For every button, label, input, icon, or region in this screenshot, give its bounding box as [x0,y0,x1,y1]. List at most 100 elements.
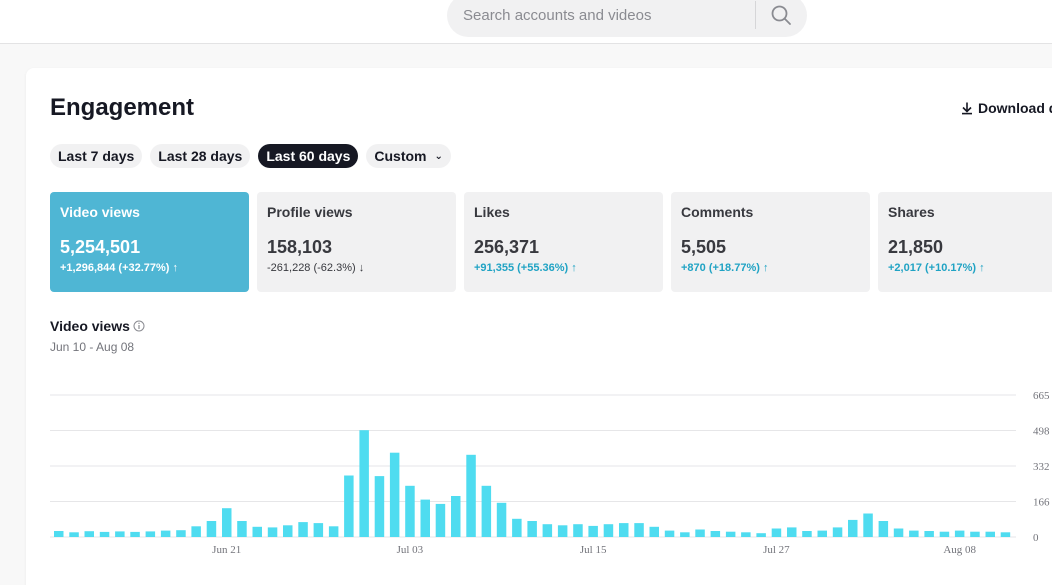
chart-bar[interactable] [787,527,797,537]
metric-label: Profile views [267,204,353,220]
download-button[interactable]: Download d [960,100,1052,116]
metric-change: +2,017 (+10.17%) ↑ [888,262,985,274]
metric-value: 21,850 [888,237,944,257]
video-views-bar-chart: 665 498 332 166 0 Jun 21 Jul 03 Jul 15 Jul 27 Aug… [50,390,1050,556]
chart-bar[interactable] [878,521,889,537]
chart-bar[interactable] [725,531,736,537]
search-input[interactable] [463,2,753,28]
chart-bar[interactable] [909,530,919,537]
range-last-28-days[interactable]: Last 28 days [150,144,251,168]
chart-bar[interactable] [664,530,675,537]
chart-bar[interactable] [84,531,95,537]
chart-bar[interactable] [695,529,705,538]
chart-bar[interactable] [848,519,858,537]
x-tick-label: Jul 03 [397,544,424,556]
chart-bar[interactable] [160,530,171,537]
x-tick-label: Jul 15 [580,544,607,556]
chart-bar[interactable] [54,531,64,537]
chart-bar[interactable] [145,531,156,537]
metric-change: -261,228 (-62.3%) ↓ [267,262,365,274]
metric-change: +870 (+18.77%) ↑ [681,262,769,274]
chart-bar[interactable] [680,532,690,537]
chart-bar[interactable] [573,524,583,537]
download-label: Download d [978,100,1052,116]
search-button[interactable] [763,0,799,32]
date-range-selector: Last 7 days Last 28 days Last 60 days Cu… [50,144,451,168]
chart-bar[interactable] [741,532,751,537]
range-last-7-days[interactable]: Last 7 days [50,144,143,168]
metric-card-video-views[interactable]: Video views 5,254,501 +1,296,844 (+32.77… [50,192,249,292]
chart-bar[interactable] [634,523,644,537]
chart-bar[interactable] [649,526,660,537]
x-tick-label: Jul 27 [763,544,790,556]
x-tick-label: Jun 21 [212,544,241,556]
chart-bar[interactable] [802,531,812,537]
chart-bar[interactable] [496,502,507,537]
chart-bar[interactable] [954,530,965,537]
chart-bar[interactable] [374,476,385,537]
chart-bar[interactable] [466,454,476,537]
chart-bar[interactable] [298,522,308,537]
range-custom-dropdown[interactable]: Custom ⌄ [366,144,451,168]
chart-bar[interactable] [69,532,79,537]
chart-bar[interactable] [206,521,217,537]
chart-bar[interactable] [557,525,568,537]
chart-bar[interactable] [389,452,400,537]
chart-bar[interactable] [817,530,828,537]
page-title: Engagement [50,94,195,121]
metric-card-shares[interactable]: Shares 21,850 +2,017 (+10.17%) ↑ [878,192,1052,292]
chart-bar[interactable] [99,531,110,537]
chart-bar[interactable] [222,508,232,537]
chart-bar[interactable] [603,524,614,537]
metric-card-comments[interactable]: Comments 5,505 +870 (+18.77%) ↑ [671,192,870,292]
metric-card-likes[interactable]: Likes 256,371 +91,355 (+55.36%) ↑ [464,192,663,292]
chart-bar[interactable] [435,503,446,537]
chart-bar[interactable] [252,526,263,537]
search-bar [447,0,807,37]
metric-value: 158,103 [267,237,333,257]
chart-title-text: Video views [50,318,130,334]
chart-bar[interactable] [542,524,553,537]
chart-bar[interactable] [1000,532,1011,537]
chart-bar[interactable] [756,533,766,537]
chart-bar[interactable] [191,526,201,537]
y-tick-label: 0 [1033,532,1039,544]
chart-bar[interactable] [985,531,996,537]
chart-bar[interactable] [451,496,461,537]
chart-bar[interactable] [863,513,873,538]
y-tick-label: 166 [1033,497,1050,509]
chart-bar[interactable] [359,430,369,537]
chart-bar[interactable] [832,527,843,537]
chart-bar[interactable] [771,528,782,538]
chart-title: Video views [50,318,145,334]
chart-bar[interactable] [527,521,537,537]
chart-bar[interactable] [130,531,140,537]
metric-label: Comments [681,204,754,220]
range-label: Last 7 days [58,148,135,164]
chart-bar[interactable] [939,531,950,537]
chart-bar[interactable] [313,523,324,537]
metric-value: 256,371 [474,237,540,257]
chart-bar[interactable] [115,531,125,537]
chart-bar[interactable] [481,485,492,537]
metric-change: +1,296,844 (+32.77%) ↑ [60,262,179,274]
chart-bar[interactable] [237,521,247,537]
chart-bar[interactable] [344,475,354,538]
chart-bar[interactable] [512,518,522,537]
metric-card-profile-views[interactable]: Profile views 158,103 -261,228 (-62.3%) … [257,192,456,292]
chart-bar[interactable] [176,530,186,537]
chart-bar[interactable] [710,531,721,537]
chart-bar[interactable] [420,499,431,537]
chart-bar[interactable] [924,531,934,537]
range-last-60-days[interactable]: Last 60 days [258,144,359,168]
chart-bar[interactable] [267,527,278,537]
chart-bar[interactable] [328,526,339,537]
chart-bar[interactable] [283,525,293,537]
chart-bar[interactable] [970,531,980,537]
chart-bar[interactable] [893,528,904,538]
chart-bar[interactable] [588,525,598,537]
y-tick-label: 332 [1033,461,1050,473]
info-icon[interactable] [133,320,145,332]
chart-bar[interactable] [619,523,629,537]
chart-bar[interactable] [405,485,415,537]
